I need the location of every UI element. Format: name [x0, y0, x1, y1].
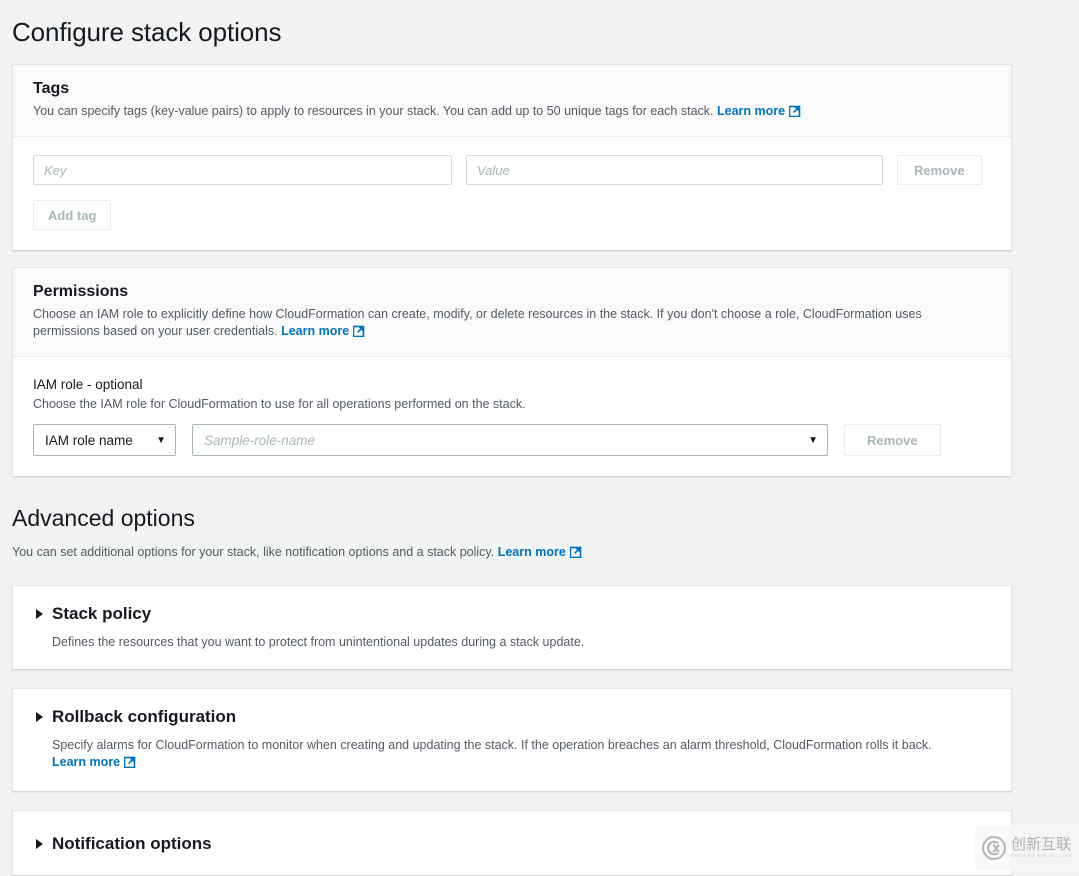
stack-policy-description: Defines the resources that you want to p… [52, 635, 585, 649]
chevron-right-icon [36, 712, 43, 722]
iam-role-type-value: IAM role name [45, 432, 133, 448]
watermark: 创新互联 CHUANG XIN HU LIAN [975, 826, 1079, 870]
notification-options-section[interactable]: Notification options [12, 810, 1012, 876]
rollback-configuration-description-text: Specify alarms for CloudFormation to mon… [52, 738, 932, 752]
tag-entry-row: Remove [33, 155, 991, 185]
tags-card-header: Tags You can specify tags (key-value pai… [13, 65, 1011, 137]
permissions-card-body: IAM role - optional Choose the IAM role … [13, 357, 1011, 476]
iam-role-row: IAM role name ▼ Sample-role-name ▼ Remov… [33, 424, 991, 456]
rollback-configuration-description: Specify alarms for CloudFormation to mon… [52, 737, 991, 773]
notification-options-expander[interactable]: Notification options [33, 833, 991, 855]
iam-role-description: Choose the IAM role for CloudFormation t… [33, 397, 526, 411]
notification-options-title: Notification options [52, 834, 212, 853]
external-link-icon [123, 756, 136, 773]
chevron-right-icon [36, 609, 43, 619]
tag-key-input[interactable] [33, 155, 452, 185]
permissions-card-header: Permissions Choose an IAM role to explic… [13, 268, 1011, 357]
remove-tag-button[interactable]: Remove [897, 155, 982, 185]
rollback-learn-more-link[interactable]: Learn more [52, 755, 120, 769]
advanced-learn-more-link[interactable]: Learn more [498, 545, 566, 559]
rollback-configuration-expander[interactable]: Rollback configuration [33, 706, 991, 728]
tags-card: Tags You can specify tags (key-value pai… [12, 64, 1012, 251]
external-link-icon [569, 546, 582, 563]
tags-title: Tags [33, 80, 70, 97]
permissions-title: Permissions [33, 283, 129, 300]
advanced-options-title: Advanced options [12, 505, 195, 531]
permissions-description: Choose an IAM role to explicitly define … [33, 306, 991, 342]
iam-role-label: IAM role - optional [33, 377, 143, 392]
watermark-text: 创新互联 CHUANG XIN HU LIAN [1011, 837, 1073, 859]
external-link-icon [788, 105, 801, 122]
watermark-logo-icon [982, 836, 1006, 860]
add-tag-button[interactable]: Add tag [33, 200, 112, 230]
tags-learn-more-link[interactable]: Learn more [717, 104, 785, 118]
remove-iam-role-button[interactable]: Remove [844, 424, 941, 456]
tags-card-body: Remove Add tag [13, 137, 1011, 250]
stack-policy-section[interactable]: Stack policy Defines the resources that … [12, 585, 1012, 670]
rollback-configuration-section[interactable]: Rollback configuration Specify alarms fo… [12, 688, 1012, 792]
advanced-options-description: You can set additional options for your … [0, 544, 1079, 563]
external-link-icon [352, 325, 365, 342]
permissions-description-text: Choose an IAM role to explicitly define … [33, 307, 922, 338]
page-title: Configure stack options [12, 17, 282, 47]
iam-role-name-select[interactable]: Sample-role-name ▼ [192, 424, 828, 456]
stack-policy-title: Stack policy [52, 604, 152, 623]
tags-description-text: You can specify tags (key-value pairs) t… [33, 104, 714, 118]
iam-role-name-value: Sample-role-name [204, 432, 316, 448]
rollback-configuration-title: Rollback configuration [52, 707, 237, 726]
permissions-learn-more-link[interactable]: Learn more [281, 324, 349, 338]
watermark-cn-text: 创新互联 [1011, 835, 1072, 854]
add-tag-row: Add tag [33, 200, 991, 230]
iam-role-type-select[interactable]: IAM role name ▼ [33, 424, 176, 456]
advanced-options-description-text: You can set additional options for your … [12, 545, 495, 559]
tag-value-input[interactable] [466, 155, 883, 185]
tags-description: You can specify tags (key-value pairs) t… [33, 103, 991, 122]
permissions-card: Permissions Choose an IAM role to explic… [12, 267, 1012, 477]
chevron-down-icon: ▼ [808, 434, 818, 446]
chevron-right-icon [36, 839, 43, 849]
chevron-down-icon: ▼ [156, 434, 166, 446]
stack-policy-expander[interactable]: Stack policy [33, 603, 991, 625]
watermark-en-text: CHUANG XIN HU LIAN [1011, 853, 1073, 859]
